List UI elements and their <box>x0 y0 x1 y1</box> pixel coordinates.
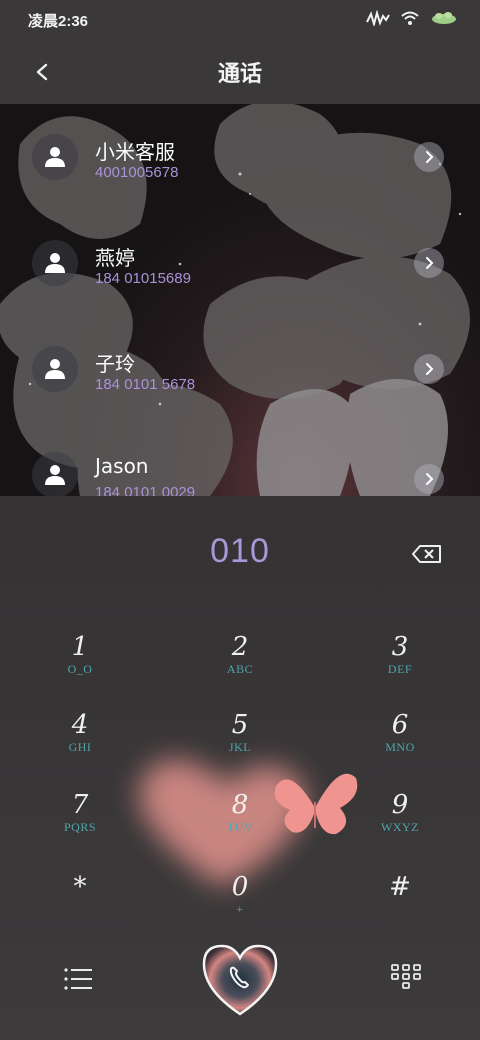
avatar <box>32 240 78 286</box>
chevron-right-icon <box>426 473 434 485</box>
battery-icon <box>432 12 456 24</box>
chevron-right-icon <box>426 257 434 269</box>
wifi-icon <box>401 11 419 25</box>
signal-icon <box>366 10 390 26</box>
key-letters: DEF <box>387 662 413 676</box>
key-letters: WXYZ <box>381 820 419 834</box>
person-icon <box>45 465 65 485</box>
bottom-action-bar <box>0 936 480 1036</box>
contact-number: 184 01015689 <box>95 270 191 287</box>
key-1[interactable]: 1 O_O <box>25 632 135 696</box>
key-4[interactable]: 4 GHI <box>25 710 135 774</box>
contact-name: Jason <box>95 454 149 478</box>
key-digit: 1 <box>71 632 89 662</box>
contact-number: 4001005678 <box>95 164 179 181</box>
contact-row[interactable]: 子玲 184 0101 5678 <box>0 316 480 422</box>
contact-number: 184 0101 5678 <box>95 376 196 393</box>
key-digit: # <box>389 872 411 902</box>
list-icon[interactable] <box>62 964 96 994</box>
contact-detail-button[interactable] <box>414 354 444 384</box>
avatar <box>32 452 78 496</box>
key-digit: 2 <box>231 632 249 662</box>
key-letters: O_O <box>67 662 93 676</box>
key-6[interactable]: 6 MNO <box>345 710 455 774</box>
page-title: 通话 <box>217 62 262 87</box>
chevron-right-icon <box>426 151 434 163</box>
avatar <box>32 346 78 392</box>
contact-number: 184 0101 0029 <box>95 484 196 496</box>
dialer: 010 1 O_O 2 ABC 3 DEF 4 GHI 5 JKL 6 MNO … <box>0 496 480 1040</box>
person-icon <box>45 253 65 273</box>
contact-row[interactable]: 小米客服 4001005678 <box>0 104 480 210</box>
key-letters: + <box>236 902 244 916</box>
status-time: 凌晨2:36 <box>28 13 89 30</box>
contact-row[interactable]: 燕婷 184 01015689 <box>0 210 480 316</box>
person-icon <box>45 359 65 379</box>
key-9[interactable]: 9 WXYZ <box>345 790 455 854</box>
chevron-right-icon <box>426 363 434 375</box>
status-bar: 凌晨2:36 <box>0 0 480 40</box>
key-digit: 6 <box>391 710 409 740</box>
key-digit: 4 <box>71 710 89 740</box>
key-digit: 0 <box>231 872 249 902</box>
call-button[interactable] <box>200 942 280 1018</box>
key-5[interactable]: 5 JKL <box>185 710 295 774</box>
backspace-icon[interactable] <box>410 542 444 566</box>
contact-name: 子玲 <box>95 352 135 376</box>
key-digit: 7 <box>71 790 89 820</box>
key-digit: 9 <box>391 790 409 820</box>
key-digit: 5 <box>231 710 249 740</box>
dialed-number[interactable]: 010 <box>0 532 480 571</box>
key-2[interactable]: 2 ABC <box>185 632 295 696</box>
contact-list: 小米客服 4001005678 燕婷 184 01015689 子玲 184 0… <box>0 104 480 496</box>
contact-detail-button[interactable] <box>414 248 444 278</box>
keypad-icon[interactable] <box>390 962 422 992</box>
contact-row[interactable]: Jason 184 0101 0029 <box>0 422 480 496</box>
key-letters: JKL <box>228 740 252 754</box>
key-digit: * <box>73 872 87 902</box>
header: 通话 <box>0 40 480 104</box>
key-star[interactable]: * <box>25 872 135 936</box>
key-letters: GHI <box>68 740 92 754</box>
key-3[interactable]: 3 DEF <box>345 632 455 696</box>
contact-detail-button[interactable] <box>414 142 444 172</box>
key-digit: 3 <box>391 632 409 662</box>
status-icons <box>366 10 458 26</box>
person-icon <box>45 147 65 167</box>
butterfly-decoration <box>274 773 358 835</box>
contact-name: 小米客服 <box>95 140 175 164</box>
contact-detail-button[interactable] <box>414 464 444 494</box>
key-letters: ABC <box>226 662 254 676</box>
key-letters: PQRS <box>63 820 97 834</box>
key-hash[interactable]: # <box>345 872 455 936</box>
avatar <box>32 134 78 180</box>
key-letters: MNO <box>385 740 415 754</box>
key-0[interactable]: 0 + <box>185 872 295 936</box>
contact-name: 燕婷 <box>95 246 135 270</box>
key-7[interactable]: 7 PQRS <box>25 790 135 854</box>
